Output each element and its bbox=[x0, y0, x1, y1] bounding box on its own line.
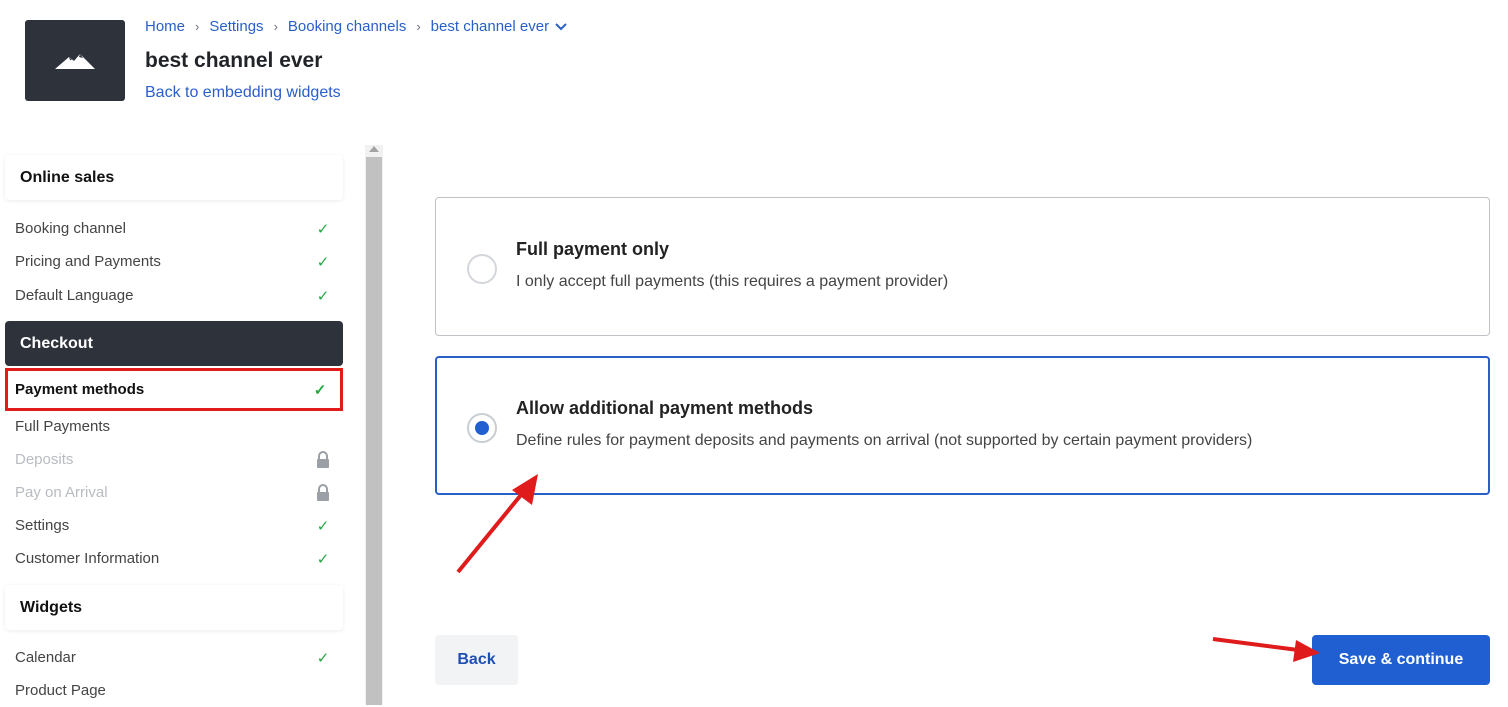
check-icon: ✓ bbox=[316, 287, 330, 305]
sidebar-item-label: Default Language bbox=[15, 287, 134, 304]
page-title: best channel ever bbox=[145, 49, 323, 72]
sidebar-item-label: Product Page bbox=[15, 682, 106, 699]
sidebar-item-product-page[interactable]: Product Page bbox=[5, 674, 343, 707]
sidebar-item-full-payments[interactable]: Full Payments bbox=[5, 410, 343, 443]
check-icon: ✓ bbox=[316, 550, 330, 568]
sidebar-item-label: Settings bbox=[15, 517, 70, 534]
sidebar-item-label: Customer Information bbox=[15, 550, 160, 567]
breadcrumb: Home › Settings › Booking channels › bes… bbox=[145, 18, 567, 35]
sidebar-item-label: Booking channel bbox=[15, 220, 126, 237]
check-icon: ✓ bbox=[316, 517, 330, 535]
option-description: Define rules for payment deposits and pa… bbox=[516, 432, 1253, 449]
option-full-payment-only[interactable]: Full payment only I only accept full pay… bbox=[435, 197, 1490, 336]
section-online-sales: Online sales bbox=[5, 155, 343, 200]
channel-logo bbox=[25, 20, 125, 101]
back-to-widgets-link[interactable]: Back to embedding widgets bbox=[145, 84, 341, 102]
sidebar: Online sales Booking channel ✓ Pricing a… bbox=[0, 145, 365, 705]
scrollbar-thumb[interactable] bbox=[366, 157, 382, 705]
sidebar-item-label: Pay on Arrival bbox=[15, 484, 108, 501]
sidebar-item-default-language[interactable]: Default Language ✓ bbox=[5, 279, 343, 312]
sidebar-item-label: Calendar bbox=[15, 649, 76, 666]
check-icon: ✓ bbox=[316, 220, 330, 238]
save-and-continue-button[interactable]: Save & continue bbox=[1312, 635, 1490, 685]
sidebar-item-deposits: Deposits bbox=[5, 443, 343, 476]
option-description: I only accept full payments (this requir… bbox=[516, 273, 949, 290]
sidebar-item-label: Full Payments bbox=[15, 418, 111, 435]
breadcrumb-home[interactable]: Home bbox=[145, 18, 185, 35]
sidebar-item-label: Deposits bbox=[15, 451, 74, 468]
breadcrumb-booking-channels[interactable]: Booking channels bbox=[288, 18, 406, 35]
option-title: Full payment only bbox=[516, 239, 670, 259]
sidebar-item-pay-on-arrival: Pay on Arrival bbox=[5, 476, 343, 509]
back-button[interactable]: Back bbox=[435, 635, 518, 685]
option-title: Allow additional payment methods bbox=[516, 398, 814, 418]
sidebar-item-payment-methods[interactable]: Payment methods ✓ bbox=[5, 368, 343, 411]
radio-allow-additional-payment-methods[interactable] bbox=[467, 413, 497, 443]
sidebar-item-label: Payment methods bbox=[15, 381, 145, 398]
check-icon: ✓ bbox=[313, 381, 327, 399]
sidebar-item-label: Pricing and Payments bbox=[15, 253, 161, 270]
lock-icon bbox=[303, 450, 343, 469]
breadcrumb-separator-icon: › bbox=[416, 19, 421, 34]
breadcrumb-current-channel[interactable]: best channel ever bbox=[431, 18, 549, 35]
check-icon: ✓ bbox=[316, 253, 330, 271]
breadcrumb-settings[interactable]: Settings bbox=[209, 18, 263, 35]
breadcrumb-separator-icon: › bbox=[195, 19, 200, 34]
sidebar-scrollbar[interactable] bbox=[365, 145, 383, 705]
section-widgets: Widgets bbox=[5, 585, 343, 630]
lock-icon bbox=[303, 483, 343, 502]
page-header: Home › Settings › Booking channels › bes… bbox=[0, 0, 1508, 145]
sidebar-item-calendar[interactable]: Calendar ✓ bbox=[5, 641, 343, 674]
section-checkout: Checkout bbox=[5, 321, 343, 366]
check-icon: ✓ bbox=[316, 649, 330, 667]
scroll-up-arrow-icon[interactable] bbox=[369, 146, 379, 152]
sidebar-item-booking-channel[interactable]: Booking channel ✓ bbox=[5, 212, 343, 245]
main-content: Full payment only I only accept full pay… bbox=[383, 145, 1508, 705]
chevron-down-icon[interactable] bbox=[555, 22, 567, 31]
breadcrumb-separator-icon: › bbox=[273, 19, 278, 34]
radio-full-payment-only[interactable] bbox=[467, 254, 497, 284]
sidebar-item-settings[interactable]: Settings ✓ bbox=[5, 509, 343, 542]
sidebar-item-pricing-and-payments[interactable]: Pricing and Payments ✓ bbox=[5, 245, 343, 278]
sidebar-item-customer-information[interactable]: Customer Information ✓ bbox=[5, 542, 343, 575]
mountain-icon bbox=[55, 53, 95, 69]
option-allow-additional-payment-methods[interactable]: Allow additional payment methods Define … bbox=[435, 356, 1490, 495]
